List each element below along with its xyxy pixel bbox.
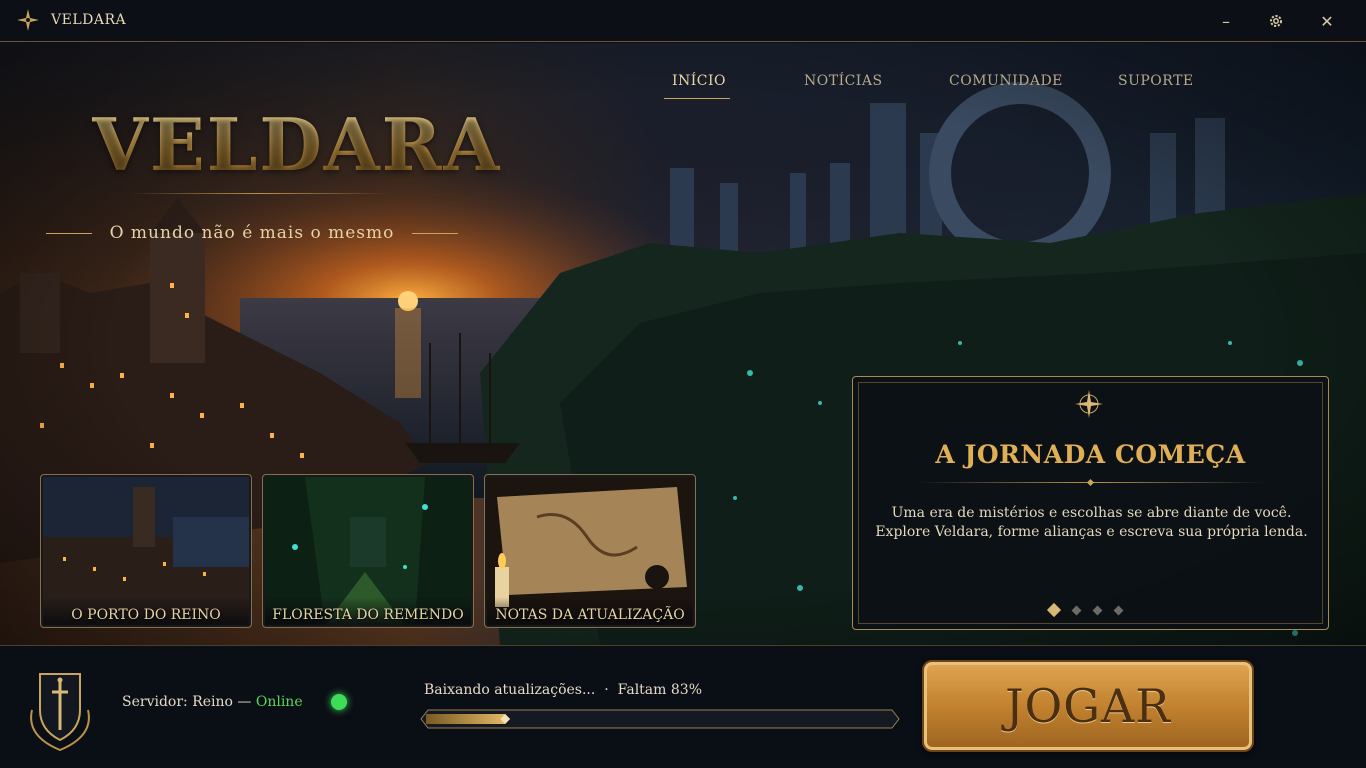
play-button-label: JOGAR <box>1005 679 1171 733</box>
logo-divider <box>130 193 390 194</box>
server-status: Servidor: Reino — Online <box>122 694 303 710</box>
gear-icon <box>1270 15 1282 27</box>
nav-inicio[interactable]: INÍCIO <box>672 73 726 89</box>
thumbnail-porto[interactable]: O PORTO DO REINO <box>40 474 252 628</box>
shield-sword-crest-icon <box>30 673 90 752</box>
close-button[interactable]: ✕ <box>1313 8 1341 34</box>
carousel-dot-3[interactable] <box>1092 605 1103 615</box>
minimize-button[interactable]: – <box>1212 8 1240 34</box>
download-separator: · <box>604 682 609 698</box>
news-body: Uma era de mistérios e escolhas se abre … <box>875 505 1308 540</box>
carousel-dot-2[interactable] <box>1071 605 1082 615</box>
online-indicator <box>331 694 347 710</box>
thumbnail-floresta[interactable]: FLORESTA DO REMENDO <box>262 474 474 628</box>
play-button[interactable]: JOGAR <box>922 660 1254 752</box>
launcher-bottom-bar: Servidor: Reino — Online Baixando atuali… <box>0 645 1366 768</box>
carousel-dot-1[interactable] <box>1046 602 1062 618</box>
nav-active-indicator <box>664 98 730 99</box>
game-logo: VELDARA <box>92 102 502 187</box>
compass-logo-icon <box>17 9 39 31</box>
thumbnail-label: FLORESTA DO REMENDO <box>272 607 464 623</box>
thumbnail-label: NOTAS DA ATUALIZAÇÃO <box>495 607 685 623</box>
download-status: Baixando atualizações... · Faltam 83% <box>424 682 702 698</box>
progress-fill <box>426 714 506 724</box>
carousel-dot-4[interactable] <box>1113 605 1124 615</box>
tagline-right-ornament <box>412 233 458 234</box>
download-remaining: Faltam 83% <box>617 682 702 698</box>
nav-suporte[interactable]: SUPORTE <box>1118 73 1194 89</box>
tagline-container: O mundo não é mais o mesmo <box>44 223 460 245</box>
settings-button[interactable] <box>1262 8 1290 34</box>
title-bar: VELDARA – ✕ <box>0 0 1366 42</box>
download-status-text: Baixando atualizações... <box>424 682 596 698</box>
compass-icon <box>1075 390 1103 418</box>
nav-comunidade[interactable]: COMUNIDADE <box>949 73 1063 89</box>
tagline: O mundo não é mais o mesmo <box>109 223 395 243</box>
server-label: Servidor: Reino — <box>122 694 256 710</box>
server-online-text: Online <box>255 694 303 710</box>
window-title: VELDARA <box>51 12 127 28</box>
thumbnail-label: O PORTO DO REINO <box>71 607 221 623</box>
carousel-dots <box>1046 602 1124 618</box>
thumbnail-notas[interactable]: NOTAS DA ATUALIZAÇÃO <box>484 474 696 628</box>
news-panel: A JORNADA COMEÇA Uma era de mistérios e … <box>852 376 1329 630</box>
news-title: A JORNADA COMEÇA <box>935 440 1246 469</box>
nav-noticias[interactable]: NOTÍCIAS <box>804 73 883 89</box>
download-progress-bar <box>420 709 900 729</box>
